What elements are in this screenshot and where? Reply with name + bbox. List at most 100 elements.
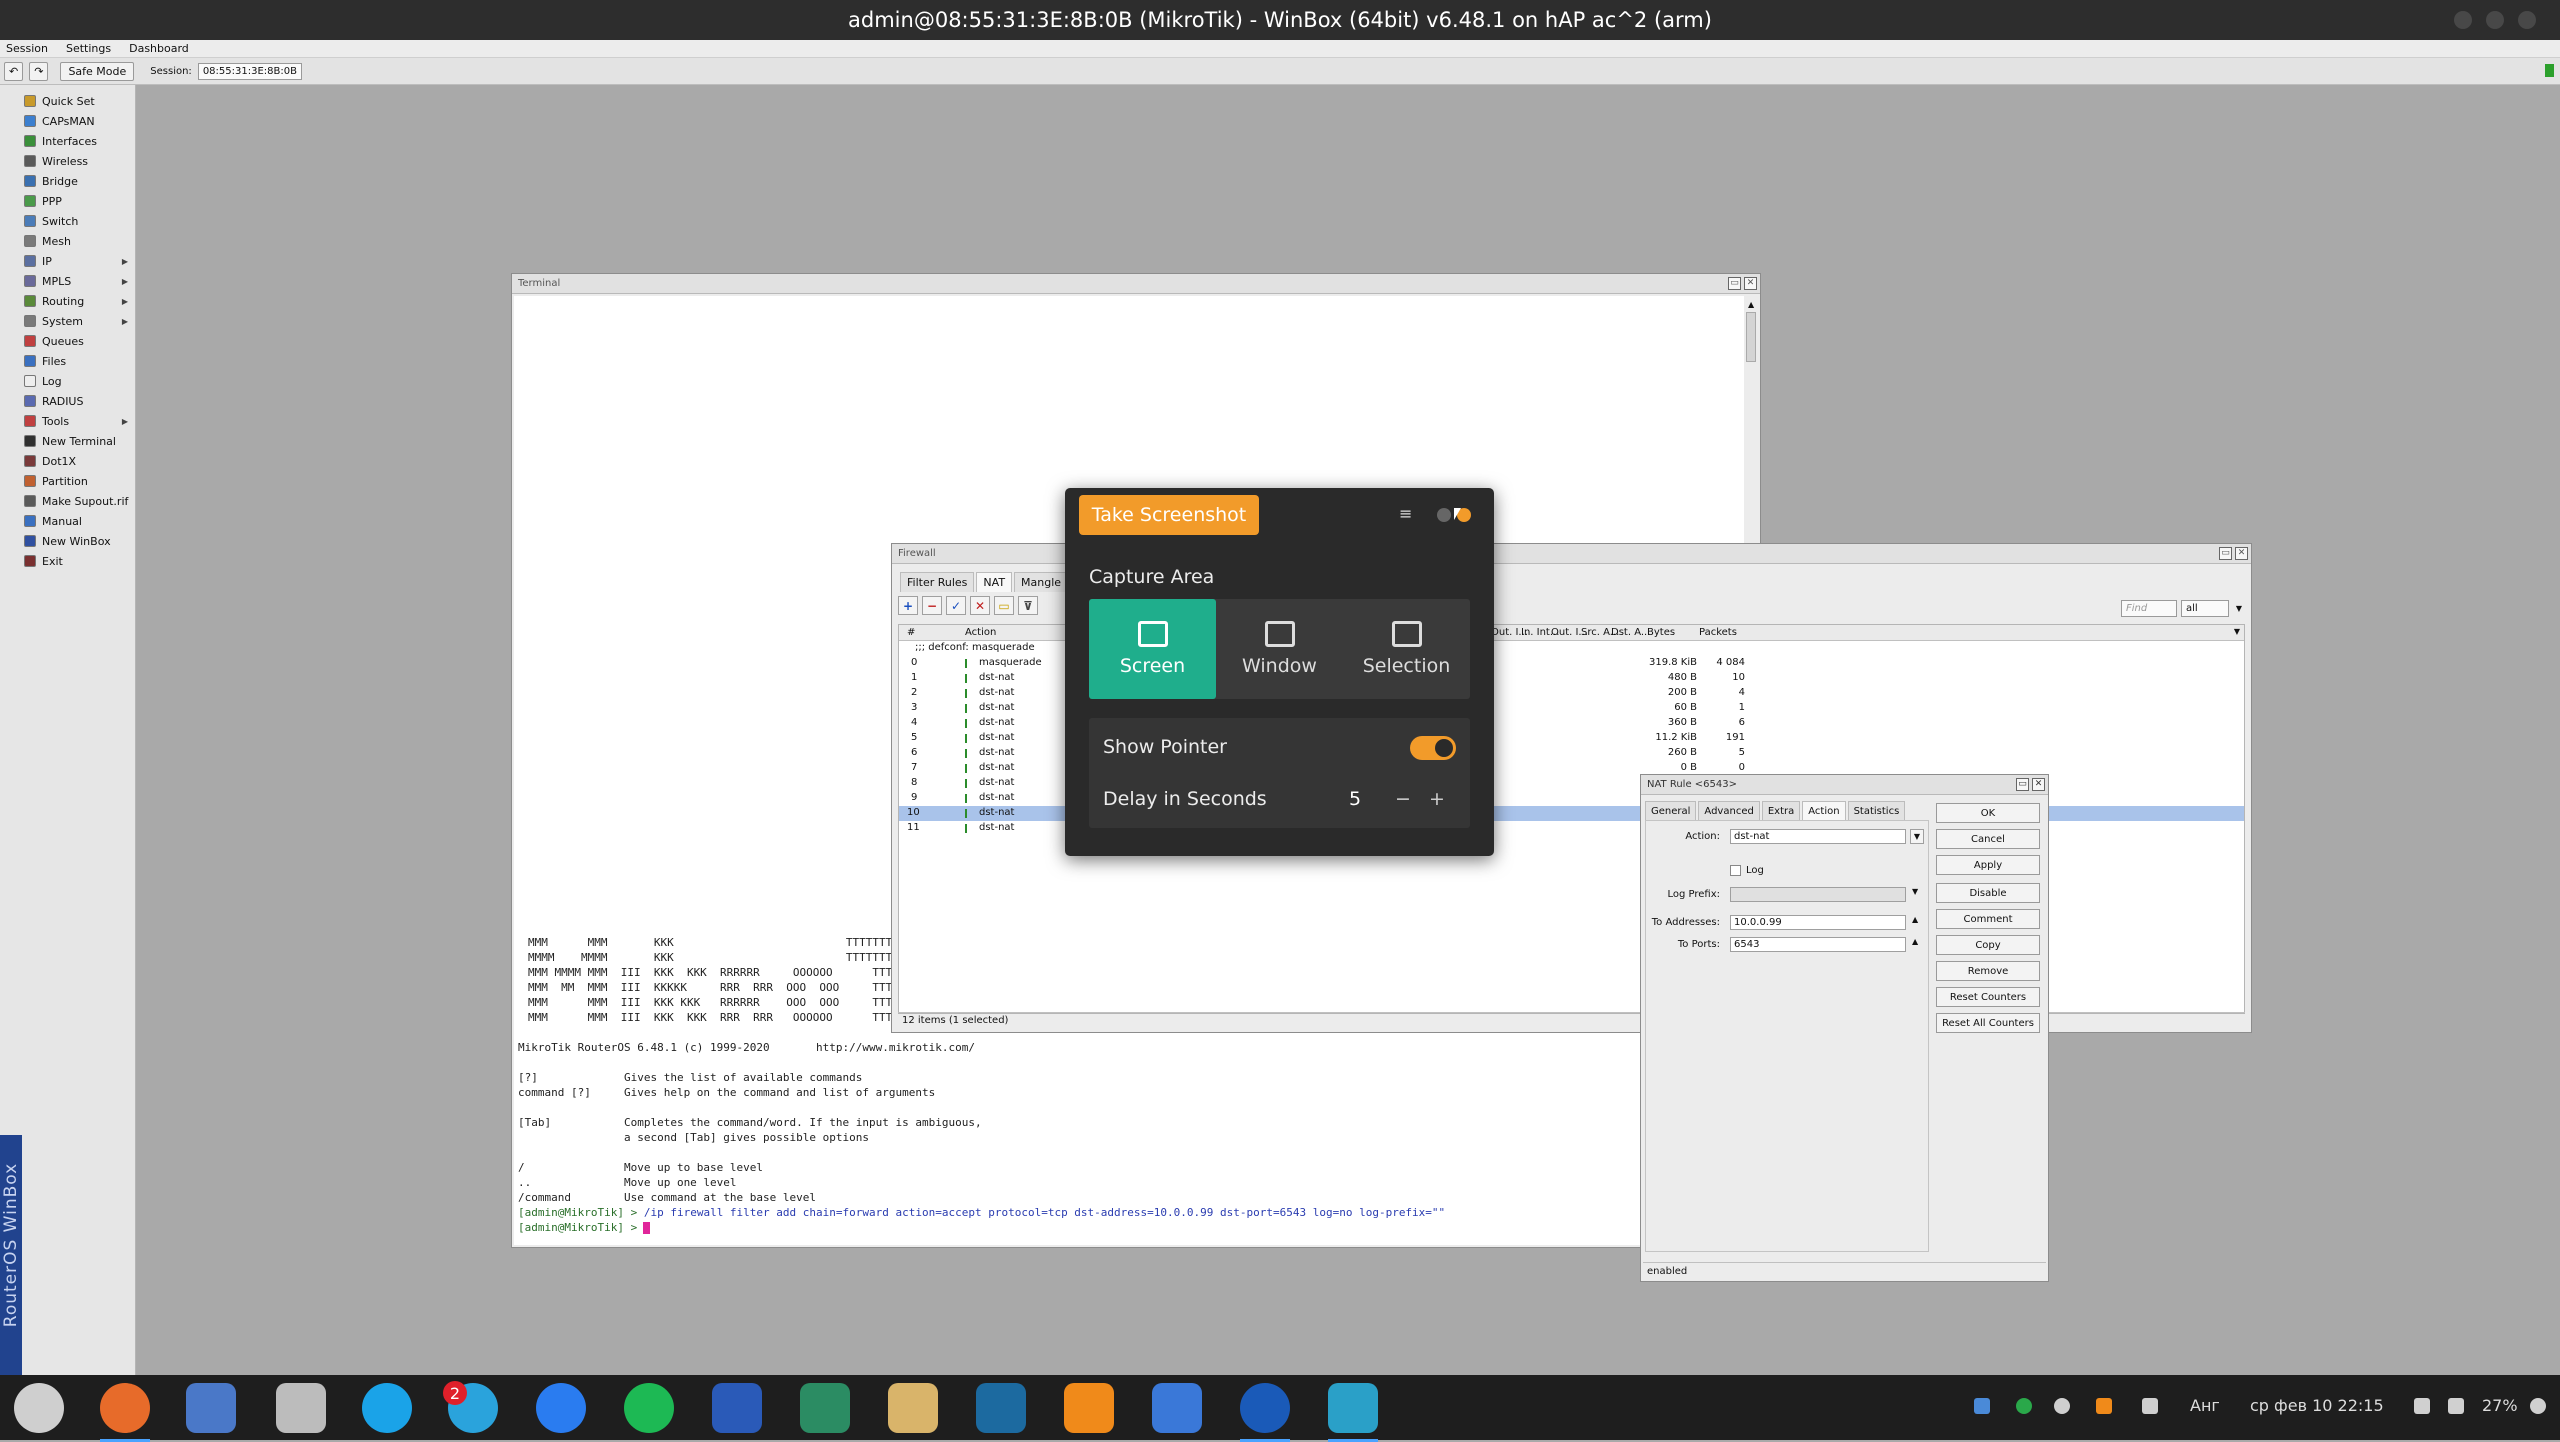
sidebar-item-queues[interactable]: Queues	[24, 331, 134, 351]
menu-dashboard[interactable]: Dashboard	[129, 42, 189, 55]
tab-general[interactable]: General	[1645, 801, 1697, 820]
sidebar-item-new-terminal[interactable]: New Terminal	[24, 431, 134, 451]
restore-icon[interactable]: ▭	[2016, 778, 2029, 791]
sidebar-item-files[interactable]: Files	[24, 351, 134, 371]
reset-all-counters-button[interactable]: Reset All Counters	[1936, 1013, 2040, 1033]
volume-tray-icon[interactable]	[2448, 1398, 2464, 1414]
sidebar-item-ppp[interactable]: PPP	[24, 191, 134, 211]
sidebar-item-new-winbox[interactable]: New WinBox	[24, 531, 134, 551]
messenger-icon[interactable]	[536, 1383, 586, 1433]
chat-tray-icon[interactable]	[2054, 1398, 2070, 1414]
close-icon[interactable]: ✕	[2235, 547, 2248, 560]
nat-rule-window[interactable]: NAT Rule <6543> ▭ ✕ General Advanced Extra A…	[1640, 774, 2049, 1282]
delay-decrease-button[interactable]: −	[1395, 788, 1411, 810]
delay-increase-button[interactable]: +	[1429, 788, 1445, 810]
remove-button[interactable]: Remove	[1936, 961, 2040, 981]
menu-icon[interactable]: ≡	[1399, 504, 1412, 523]
tab-action[interactable]: Action	[1802, 801, 1846, 820]
cancel-button[interactable]: Cancel	[1936, 829, 2040, 849]
sidebar-item-mpls[interactable]: MPLS ▶	[24, 271, 134, 291]
system-monitor-icon[interactable]	[712, 1383, 762, 1433]
expressvpn-icon[interactable]	[800, 1383, 850, 1433]
atom-icon[interactable]	[888, 1383, 938, 1433]
restore-icon[interactable]: ▭	[1728, 277, 1741, 290]
terminal-input-line[interactable]: [admin@MikroTik] >	[518, 1221, 651, 1234]
minimize-button[interactable]	[2454, 11, 2472, 29]
maximize-button[interactable]	[2486, 11, 2504, 29]
close-icon[interactable]: ✕	[2032, 778, 2045, 791]
undo-button[interactable]: ↶	[4, 61, 24, 81]
mode-window[interactable]: Window	[1216, 599, 1343, 699]
action-select[interactable]: dst-nat	[1730, 829, 1906, 844]
to-ports-field[interactable]: 6543	[1730, 937, 1906, 952]
tab-nat[interactable]: NAT	[976, 572, 1013, 592]
sidebar-item-capsman[interactable]: CAPsMAN	[24, 111, 134, 131]
session-field[interactable]: 08:55:31:3E:8B:0B	[197, 62, 302, 80]
tab-mangle[interactable]: Mangle	[1014, 572, 1069, 592]
vpn-tray-icon[interactable]	[2016, 1398, 2032, 1414]
column-menu-icon[interactable]: ▼	[2234, 627, 2240, 636]
vlc-icon[interactable]	[1064, 1383, 1114, 1433]
sidebar-item-radius[interactable]: RADIUS	[24, 391, 134, 411]
sidebar-item-wireless[interactable]: Wireless	[24, 151, 134, 171]
clock[interactable]: ср фев 10 22:15	[2250, 1396, 2384, 1415]
sidebar-item-exit[interactable]: Exit	[24, 551, 134, 571]
sidebar-item-mesh[interactable]: Mesh	[24, 231, 134, 251]
sidebar-item-ip[interactable]: IP ▶	[24, 251, 134, 271]
comment-icon[interactable]: ▭	[994, 596, 1014, 615]
sidebar-item-bridge[interactable]: Bridge	[24, 171, 134, 191]
disable-icon[interactable]: ✕	[970, 596, 990, 615]
screenshot-app-icon[interactable]	[1328, 1383, 1378, 1442]
terminal-titlebar[interactable]: Terminal ▭ ✕	[512, 274, 1760, 294]
copy-button[interactable]: Copy	[1936, 935, 2040, 955]
nat-rule-titlebar[interactable]: NAT Rule <6543> ▭ ✕	[1641, 775, 2048, 795]
add-icon[interactable]: +	[898, 596, 918, 615]
sidebar-item-make-supout-rif[interactable]: Make Supout.rif	[24, 491, 134, 511]
mode-selection[interactable]: Selection	[1343, 599, 1470, 699]
keyboard-layout[interactable]: Анг	[2190, 1396, 2220, 1415]
ok-button[interactable]: OK	[1936, 803, 2040, 823]
sidebar-item-routing[interactable]: Routing ▶	[24, 291, 134, 311]
column-header[interactable]: Bytes	[1647, 627, 1675, 638]
find-input[interactable]: Find	[2121, 600, 2177, 617]
safe-mode-button[interactable]: Safe Mode	[60, 61, 135, 81]
skype-icon[interactable]	[362, 1383, 412, 1433]
battery-level[interactable]: 27%	[2482, 1396, 2518, 1415]
close-icon[interactable]: ✕	[1744, 277, 1757, 290]
browser-globe-icon[interactable]	[186, 1383, 236, 1433]
mail-clock-icon[interactable]	[276, 1383, 326, 1433]
column-header[interactable]: Packets	[1699, 627, 1737, 638]
redo-button[interactable]: ↷	[29, 61, 49, 81]
sidebar-item-log[interactable]: Log	[24, 371, 134, 391]
tab-extra[interactable]: Extra	[1761, 801, 1801, 820]
apply-button[interactable]: Apply	[1936, 855, 2040, 875]
filter-icon[interactable]: ⊽	[1018, 596, 1038, 615]
disable-button[interactable]: Disable	[1936, 883, 2040, 903]
log-checkbox[interactable]	[1730, 865, 1741, 876]
clipboard-tray-icon[interactable]	[2142, 1398, 2158, 1414]
show-pointer-toggle[interactable]	[1410, 736, 1456, 760]
enable-icon[interactable]: ✓	[946, 596, 966, 615]
winbox-app-icon[interactable]	[1240, 1383, 1290, 1442]
wireshark-icon[interactable]	[976, 1383, 1026, 1433]
sidebar-item-tools[interactable]: Tools ▶	[24, 411, 134, 431]
file-manager-icon[interactable]	[1152, 1383, 1202, 1433]
vlc-tray-icon[interactable]	[2096, 1398, 2112, 1414]
gnome-icon[interactable]	[14, 1383, 64, 1433]
column-header[interactable]: Action	[965, 627, 996, 638]
sidebar-item-dot1x[interactable]: Dot1X	[24, 451, 134, 471]
sidebar-item-interfaces[interactable]: Interfaces	[24, 131, 134, 151]
reset-counters-button[interactable]: Reset Counters	[1936, 987, 2040, 1007]
tab-advanced[interactable]: Advanced	[1698, 801, 1760, 820]
minimize-icon[interactable]	[1437, 508, 1451, 522]
restore-icon[interactable]: ▭	[2219, 547, 2232, 560]
menu-settings[interactable]: Settings	[66, 42, 111, 55]
tab-statistics[interactable]: Statistics	[1847, 801, 1906, 820]
sidebar-item-quick-set[interactable]: Quick Set	[24, 91, 134, 111]
mode-screen[interactable]: Screen	[1089, 599, 1216, 699]
log-prefix-dropdown-icon[interactable]: ▼	[1912, 887, 1918, 896]
sidebar-item-manual[interactable]: Manual	[24, 511, 134, 531]
display-tray-icon[interactable]	[2414, 1398, 2430, 1414]
comment-button[interactable]: Comment	[1936, 909, 2040, 929]
to-addresses-field[interactable]: 10.0.0.99	[1730, 915, 1906, 930]
